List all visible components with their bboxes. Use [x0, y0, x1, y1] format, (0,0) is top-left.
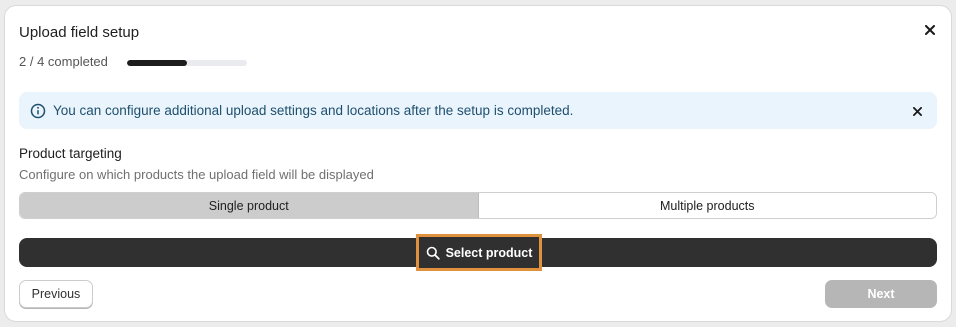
section-title: Product targeting	[19, 146, 122, 161]
search-icon	[426, 246, 440, 260]
progress-fill	[127, 60, 187, 66]
single-product-option[interactable]: Single product	[20, 193, 479, 218]
select-product-label: Select product	[445, 245, 533, 260]
dismiss-banner-button[interactable]	[908, 102, 926, 120]
close-icon	[925, 25, 935, 35]
select-product-button[interactable]: Select product	[416, 234, 542, 271]
section-subtitle: Configure on which products the upload f…	[19, 167, 374, 182]
multiple-products-option[interactable]: Multiple products	[478, 193, 936, 218]
targeting-toggle: Single product Multiple products	[19, 192, 937, 219]
setup-modal: Upload field setup 2 / 4 completed You c…	[4, 5, 952, 322]
modal-title: Upload field setup	[19, 24, 140, 41]
progress-bar	[127, 60, 247, 66]
previous-button[interactable]: Previous	[19, 280, 93, 308]
banner-text: You can configure additional upload sett…	[53, 103, 574, 118]
close-icon	[912, 106, 922, 116]
next-button[interactable]: Next	[825, 280, 937, 308]
info-icon	[30, 103, 46, 119]
progress-label: 2 / 4 completed	[19, 54, 108, 69]
close-modal-button[interactable]	[920, 20, 940, 40]
info-banner: You can configure additional upload sett…	[19, 92, 937, 129]
